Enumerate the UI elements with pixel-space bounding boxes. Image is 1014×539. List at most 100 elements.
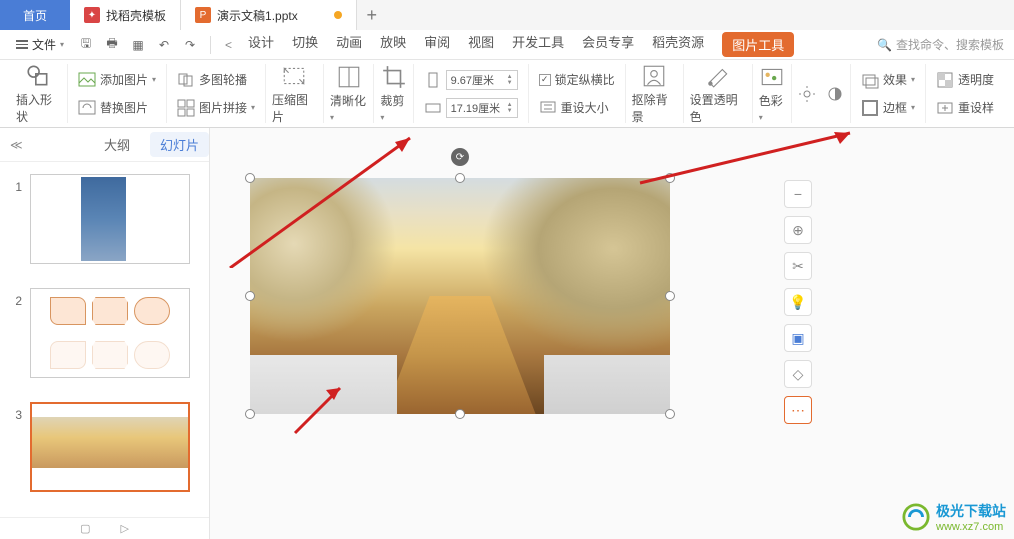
slide-panel: ≪ 大纲 幻灯片 1 2 3 ▢ ▷: [0, 128, 210, 539]
float-layout-button[interactable]: ▣: [784, 324, 812, 352]
watermark: 极光下载站 www.xz7.com: [902, 501, 1006, 533]
resize-handle-ne[interactable]: [665, 173, 675, 183]
watermark-logo-icon: [902, 503, 930, 531]
multi-rotate-button[interactable]: 多图轮播: [173, 69, 251, 91]
play-icon[interactable]: ▷: [120, 522, 128, 535]
menu-tab-transition[interactable]: 切换: [292, 32, 318, 57]
selected-image[interactable]: ⟳: [250, 178, 670, 414]
menu-tab-view[interactable]: 视图: [468, 32, 494, 57]
ppt-icon: P: [195, 7, 211, 23]
add-slide-icon[interactable]: ▢: [80, 522, 90, 535]
image-stitch-button[interactable]: 图片拼接▾: [173, 97, 259, 119]
menu-tab-review[interactable]: 审阅: [424, 32, 450, 57]
carousel-icon: [177, 71, 195, 89]
command-search[interactable]: 🔍 查找命令、搜索模板: [877, 36, 1004, 53]
menu-tab-slideshow[interactable]: 放映: [380, 32, 406, 57]
window-tabbar: 首页 ✦ 找稻壳模板 P 演示文稿1.pptx +: [0, 0, 1014, 30]
menu-tab-docer[interactable]: 稻壳资源: [652, 32, 704, 57]
spinner-icon[interactable]: ▲▼: [507, 102, 513, 114]
hamburger-icon: [16, 40, 28, 49]
set-transparent-button[interactable]: 设置透明色: [690, 63, 746, 125]
menu-tab-animation[interactable]: 动画: [336, 32, 362, 57]
resize-handle-s[interactable]: [455, 409, 465, 419]
slide-thumbnail-1[interactable]: 1: [8, 174, 201, 264]
border-button[interactable]: 边框▾: [857, 97, 919, 119]
stitch-icon: [177, 99, 195, 117]
add-image-button[interactable]: 添加图片▾: [74, 69, 160, 91]
float-idea-button[interactable]: 💡: [784, 288, 812, 316]
menubar: 文件 ▾ 🖫 🖶 ▦ ↶ ↷ < 设计 切换 动画 放映 审阅 视图 开发工具 …: [0, 30, 1014, 60]
resize-handle-e[interactable]: [665, 291, 675, 301]
remove-bg-icon: [641, 63, 667, 89]
tab-docer[interactable]: ✦ 找稻壳模板: [70, 0, 181, 30]
insert-shape-button[interactable]: 插入形状: [16, 63, 61, 125]
width-icon: [424, 99, 442, 117]
print-icon[interactable]: 🖶: [102, 35, 122, 55]
preview-icon[interactable]: ▦: [128, 35, 148, 55]
panel-tab-slides[interactable]: 幻灯片: [150, 132, 209, 157]
float-zoom-button[interactable]: ⊕: [784, 216, 812, 244]
canvas-area[interactable]: ⟳ − ⊕ ✂ 💡 ▣ ◇ ⋯: [210, 128, 1014, 539]
docer-icon: ✦: [84, 7, 100, 23]
slide-thumbnail-3[interactable]: 3: [8, 402, 201, 492]
clarify-icon: [336, 64, 362, 90]
resize-handle-n[interactable]: [455, 173, 465, 183]
effects-icon: [861, 71, 879, 89]
crop-button[interactable]: 裁剪▾: [380, 64, 406, 123]
remove-bg-button[interactable]: 抠除背景: [632, 63, 677, 125]
floating-toolbar: − ⊕ ✂ 💡 ▣ ◇ ⋯: [784, 180, 814, 424]
resize-handle-se[interactable]: [665, 409, 675, 419]
rotate-handle[interactable]: ⟳: [451, 148, 469, 166]
thumbnails-list: 1 2 3: [0, 162, 209, 517]
chevron-left-icon[interactable]: <: [221, 38, 236, 52]
contrast-button[interactable]: [826, 85, 844, 103]
resize-handle-sw[interactable]: [245, 409, 255, 419]
replace-icon: [78, 99, 96, 117]
menu-tab-design[interactable]: 设计: [248, 32, 274, 57]
menu-tab-dev[interactable]: 开发工具: [512, 32, 564, 57]
float-crop-button[interactable]: ✂: [784, 252, 812, 280]
spinner-icon[interactable]: ▲▼: [507, 74, 513, 86]
reset-size-button[interactable]: 重设大小: [535, 96, 613, 118]
file-menu-button[interactable]: 文件 ▾: [10, 34, 70, 55]
width-input[interactable]: 17.19厘米▲▼: [446, 98, 518, 118]
contrast-icon: [826, 85, 844, 103]
image-content: [250, 178, 670, 414]
transparency-button[interactable]: 透明度: [932, 69, 998, 91]
checkbox-checked-icon: ✓: [539, 74, 551, 86]
shapes-icon: [25, 63, 51, 89]
crop-icon: [381, 64, 407, 90]
search-icon: 🔍: [877, 38, 892, 52]
tab-add-button[interactable]: +: [357, 5, 387, 26]
workspace: ≪ 大纲 幻灯片 1 2 3 ▢ ▷: [0, 128, 1014, 539]
float-erase-button[interactable]: ◇: [784, 360, 812, 388]
reset-style-icon: [936, 99, 954, 117]
menu-tab-picture-tools[interactable]: 图片工具: [722, 32, 794, 57]
redo-icon[interactable]: ↷: [180, 35, 200, 55]
panel-collapse-icon[interactable]: ≪: [10, 138, 23, 152]
tab-home[interactable]: 首页: [0, 0, 70, 30]
height-input[interactable]: 9.67厘米▲▼: [446, 70, 518, 90]
chevron-down-icon: ▾: [60, 40, 64, 49]
compress-button[interactable]: 压缩图片: [272, 63, 317, 125]
float-more-button[interactable]: ⋯: [784, 396, 812, 424]
tab-document[interactable]: P 演示文稿1.pptx: [181, 0, 357, 30]
reset-style-button[interactable]: 重设样: [932, 97, 998, 119]
lock-ratio-checkbox[interactable]: ✓ 锁定纵横比: [535, 69, 619, 90]
slide-thumbnail-2[interactable]: 2: [8, 288, 201, 378]
unsaved-dot-icon: [334, 11, 342, 19]
replace-image-button[interactable]: 替换图片: [74, 97, 152, 119]
resize-handle-nw[interactable]: [245, 173, 255, 183]
transparent-color-icon: [705, 63, 731, 89]
panel-tab-outline[interactable]: 大纲: [104, 135, 130, 154]
resize-handle-w[interactable]: [245, 291, 255, 301]
image-icon: [78, 71, 96, 89]
save-icon[interactable]: 🖫: [76, 35, 96, 55]
menu-tab-member[interactable]: 会员专享: [582, 32, 634, 57]
float-collapse-button[interactable]: −: [784, 180, 812, 208]
undo-icon[interactable]: ↶: [154, 35, 174, 55]
color-button[interactable]: 色彩▾: [759, 64, 785, 123]
brightness-button[interactable]: [798, 85, 816, 103]
effects-button[interactable]: 效果▾: [857, 69, 919, 91]
clarify-button[interactable]: 清晰化▾: [330, 64, 367, 123]
